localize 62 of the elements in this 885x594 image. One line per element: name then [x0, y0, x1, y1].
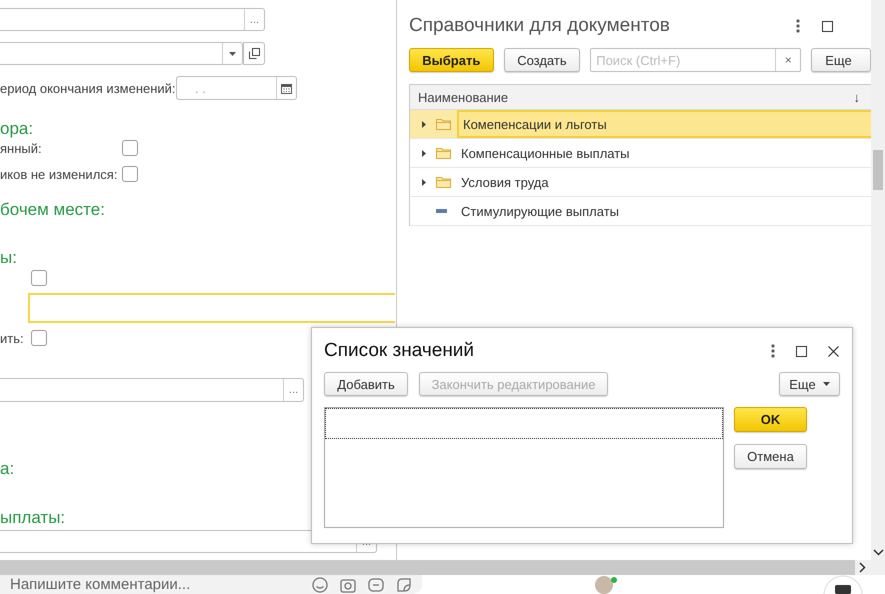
window-title: Справочники для документов: [409, 15, 671, 37]
maximize-icon[interactable]: [822, 20, 833, 32]
list-row[interactable]: Компенсационные выплаты: [457, 139, 871, 167]
scrollbar-thumb[interactable]: [0, 560, 855, 575]
scroll-right-icon[interactable]: [859, 562, 866, 573]
more-icon[interactable]: [796, 19, 800, 33]
checkbox-label: иков не изменился:: [0, 166, 118, 182]
checkbox[interactable]: [122, 166, 138, 182]
checkbox[interactable]: [31, 270, 47, 286]
toolbar-button[interactable]: Добавить: [324, 372, 408, 396]
dropdown-field[interactable]: [0, 42, 243, 65]
expand-arrow-icon[interactable]: [422, 120, 426, 128]
section-heading: ыплаты:: [0, 508, 66, 528]
input-field[interactable]: ...: [0, 8, 265, 31]
folder-icon: [436, 147, 451, 159]
window-title: Список значений: [324, 340, 476, 362]
section-heading: а:: [0, 459, 14, 479]
calendar-icon[interactable]: [281, 82, 292, 94]
list-row[interactable]: Комепенсации и льготы: [457, 110, 871, 138]
list-row[interactable]: Стимулирующие выплаты: [457, 197, 871, 225]
expand-arrow-icon[interactable]: [422, 178, 426, 186]
more-button[interactable]: Еще: [779, 372, 840, 396]
cancel-button[interactable]: Отмена: [734, 444, 807, 469]
checkbox[interactable]: [122, 140, 138, 156]
select-button[interactable]: ...: [244, 9, 264, 30]
comment-field[interactable]: Напишите комментарии...: [0, 575, 300, 594]
column-header[interactable]: Наименование: [418, 90, 854, 104]
sticker-icon[interactable]: [396, 576, 412, 592]
toolbar-button[interactable]: Выбрать: [409, 48, 494, 72]
close-icon[interactable]: [828, 346, 839, 356]
input-field[interactable]: [28, 293, 395, 323]
folder-icon: [436, 118, 451, 130]
checkbox-label: ить:: [0, 330, 24, 346]
folder-icon: [436, 176, 451, 188]
squares-icon[interactable]: [248, 48, 260, 59]
scroll-down-icon[interactable]: [873, 549, 884, 556]
checkbox[interactable]: [31, 330, 47, 346]
list-row[interactable]: Условия труда: [457, 168, 871, 196]
select-button[interactable]: ...: [283, 379, 303, 401]
maximize-icon[interactable]: [796, 346, 807, 356]
search-field[interactable]: Поиск (Ctrl+F) ×: [590, 48, 802, 72]
section-heading: ора:: [0, 119, 34, 139]
more-icon[interactable]: [771, 344, 775, 358]
section-heading: бочем месте:: [0, 200, 105, 220]
smiley-icon[interactable]: [312, 576, 328, 592]
more-button[interactable]: Еще: [811, 48, 871, 72]
input-field[interactable]: ...: [0, 378, 304, 402]
expand-arrow-icon[interactable]: [422, 150, 426, 156]
sort-indicator: ↓: [854, 90, 860, 104]
caret-icon: [822, 382, 830, 386]
checkbox-label: янный:: [0, 140, 42, 156]
toolbar-button[interactable]: Создать: [504, 48, 580, 72]
dropdown-arrow-icon[interactable]: [229, 52, 236, 56]
dash-icon: [436, 209, 447, 213]
clear-button[interactable]: ×: [775, 49, 800, 71]
avatar-icon[interactable]: [594, 575, 618, 594]
scrollbar-thumb[interactable]: [873, 150, 883, 190]
section-heading: ы:: [0, 248, 17, 268]
field-label: ериод окончания изменений:: [0, 80, 176, 96]
ok-button[interactable]: OK: [734, 407, 807, 432]
camera-icon[interactable]: [340, 576, 356, 592]
chat-button[interactable]: [823, 575, 863, 594]
